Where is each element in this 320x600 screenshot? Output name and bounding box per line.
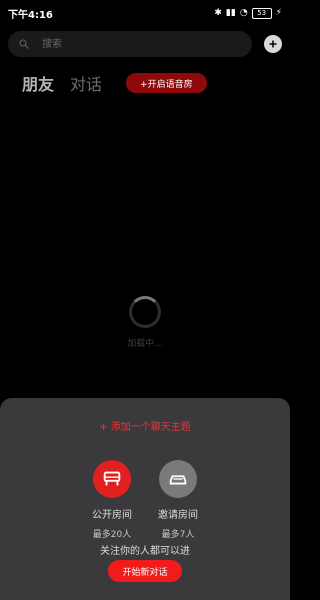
new-conversation-sheet: + 添加一个聊天主题 公开房间 最多20人 邀请房间 最多7人 关注你的人都可以… [0,398,290,600]
app-screen: 下午4:16 ✱ ▮▮ ◔ 53 ⚡ 搜索 朋友 对话 +开启语音房 加载中..… [0,0,290,600]
search-row [8,31,282,57]
charging-icon: ⚡ [275,8,282,18]
invite-room-option[interactable]: 邀请房间 最多7人 [158,460,198,540]
add-button[interactable] [264,35,282,53]
public-room-subtitle: 最多20人 [92,530,132,540]
status-icons: ✱ ▮▮ ◔ 53 ⚡ [214,7,282,19]
signal-icon: ▮▮ [225,8,236,18]
public-room-option[interactable]: 公开房间 最多20人 [92,460,132,540]
followers-note: 关注你的人都可以进 [100,546,190,557]
loading-indicator: 加载中... [0,296,290,349]
bluetooth-icon: ✱ [214,8,222,18]
loading-text: 加载中... [127,339,163,349]
start-conversation-button[interactable]: 开始新对话 [108,560,182,582]
tab-conversations[interactable]: 对话 [70,71,102,95]
tab-friends[interactable]: 朋友 [22,71,54,95]
add-topic-link[interactable]: + 添加一个聊天主题 [0,418,290,433]
search-box[interactable] [8,31,252,57]
status-time: 下午4:16 [8,9,53,21]
open-voice-room-button[interactable]: +开启语音房 [126,73,207,93]
public-room-icon [93,460,131,498]
invite-room-subtitle: 最多7人 [161,530,195,540]
search-icon [18,35,30,54]
public-room-title: 公开房间 [92,510,132,521]
invite-room-title: 邀请房间 [158,510,198,521]
status-bar: 下午4:16 ✱ ▮▮ ◔ 53 ⚡ [0,0,290,26]
search-input[interactable] [40,37,242,51]
invite-room-icon [159,460,197,498]
wifi-icon: ◔ [239,8,248,18]
loading-spinner-icon [129,296,161,328]
battery-icon: 53 [251,7,272,19]
room-options: 公开房间 最多20人 邀请房间 最多7人 [0,460,290,540]
tabs-row: 朋友 对话 +开启语音房 [22,70,290,96]
add-icon [267,35,279,54]
